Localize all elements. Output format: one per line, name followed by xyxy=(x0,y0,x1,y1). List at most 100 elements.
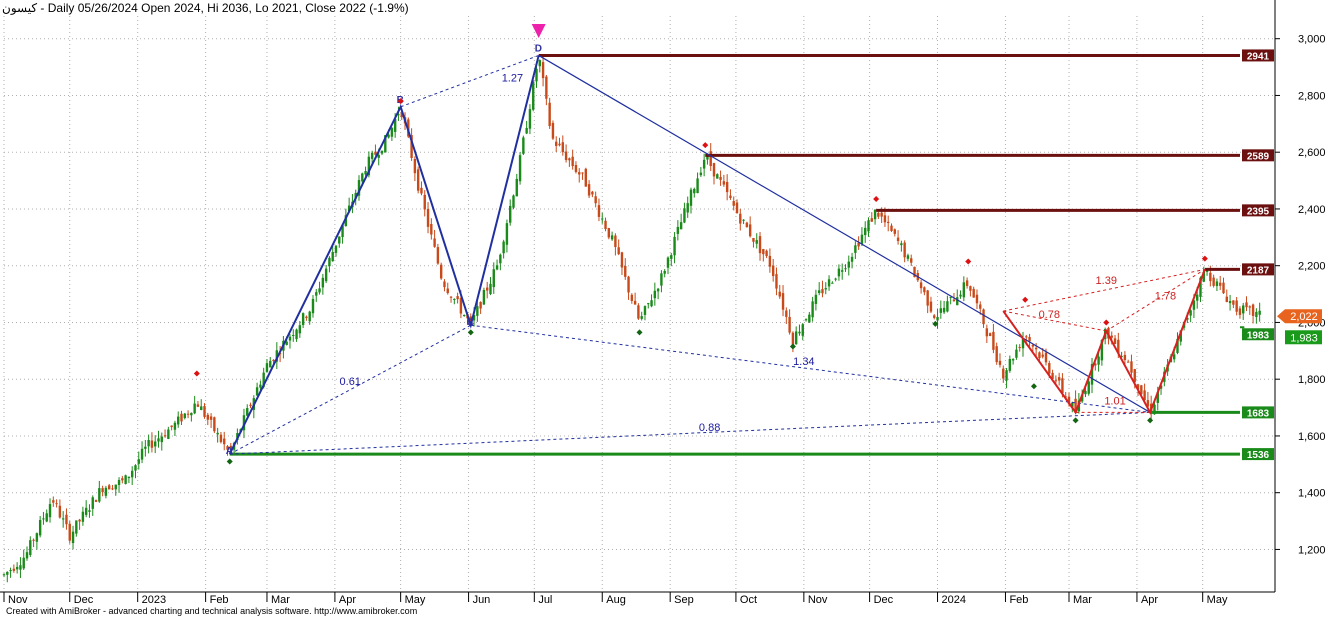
candle-body xyxy=(617,247,620,255)
level-tag-label: 2589 xyxy=(1247,151,1270,162)
candle-body xyxy=(597,205,601,217)
candle-body xyxy=(84,507,88,515)
x-tick-label: Oct xyxy=(740,594,757,606)
harmonic-point-label: C xyxy=(467,317,474,328)
candle-body xyxy=(78,519,81,522)
candle-body xyxy=(880,212,883,217)
candle-body xyxy=(446,288,449,294)
candle-body xyxy=(137,459,140,464)
candle-body xyxy=(860,234,864,244)
candle-body xyxy=(656,288,660,292)
candle-body xyxy=(160,436,163,443)
candle-body xyxy=(699,172,703,176)
candle-body xyxy=(173,422,177,430)
candle-body xyxy=(512,195,515,208)
candle-body xyxy=(528,109,532,129)
candle-body xyxy=(893,229,896,234)
candle-body xyxy=(814,294,818,304)
candle-body xyxy=(495,265,499,270)
candle-body xyxy=(180,413,183,422)
candle-body xyxy=(140,448,144,460)
candle-body xyxy=(798,331,801,334)
candle-body xyxy=(946,301,949,312)
candle-body xyxy=(154,441,157,447)
x-tick-label: Dec xyxy=(874,594,894,606)
candle-body xyxy=(12,568,16,571)
candle-body xyxy=(696,178,699,194)
candle-body xyxy=(456,296,459,300)
candle-body xyxy=(962,282,966,298)
candle-body xyxy=(693,188,696,194)
candle-body xyxy=(1222,282,1225,294)
candle-body xyxy=(505,223,509,245)
candle-body xyxy=(647,303,650,305)
candle-body xyxy=(91,497,94,509)
candle-body xyxy=(364,171,367,175)
candle-body xyxy=(742,219,745,221)
candle-body xyxy=(640,316,643,319)
candle-body xyxy=(670,255,673,259)
candle-body xyxy=(52,500,55,503)
candle-body xyxy=(15,566,19,570)
x-tick-label: Feb xyxy=(210,594,229,606)
candle-body xyxy=(114,484,117,490)
level-tag-label: 1536 xyxy=(1247,450,1270,461)
price-chart[interactable]: 1,2001,4001,6001,8002,0002,2002,4002,600… xyxy=(0,0,1336,619)
candle-body xyxy=(75,520,78,534)
candle-body xyxy=(545,76,548,99)
candle-body xyxy=(196,404,200,407)
candle-body xyxy=(423,194,426,210)
candle-body xyxy=(216,432,219,435)
candle-body xyxy=(890,225,893,232)
candle-body xyxy=(689,189,693,206)
candle-body xyxy=(1113,338,1117,344)
candle xyxy=(213,416,216,434)
candle-body xyxy=(959,294,962,297)
candle-body xyxy=(1209,272,1212,282)
candle-body xyxy=(255,387,259,396)
candle-body xyxy=(1126,361,1130,363)
candle-body xyxy=(107,485,111,490)
level-tag-label: 2941 xyxy=(1247,51,1270,62)
y-tick-label: 2,400 xyxy=(1298,204,1326,216)
candle-body xyxy=(785,310,788,317)
candle-body xyxy=(219,434,223,443)
candle-body xyxy=(127,476,131,478)
candle-body xyxy=(768,255,772,267)
candle-body xyxy=(489,283,492,294)
candle-body xyxy=(130,470,134,478)
candle-body xyxy=(81,511,85,522)
candle xyxy=(584,167,588,187)
candle-body xyxy=(45,513,48,522)
candle-body xyxy=(561,142,565,153)
candle-body xyxy=(311,298,315,314)
candle-body xyxy=(765,250,768,257)
candle-body xyxy=(29,540,32,555)
candle-body xyxy=(249,404,252,407)
ratio-label: 1.34 xyxy=(793,356,814,368)
candle-body xyxy=(633,300,637,305)
candle-body xyxy=(55,503,58,505)
candle-body xyxy=(479,302,482,309)
ratio-label: 0.78 xyxy=(1039,309,1060,321)
candle-body xyxy=(157,438,160,442)
harmonic-point-label: D xyxy=(535,43,542,54)
candle-body xyxy=(71,531,75,544)
candle-body xyxy=(568,158,571,161)
candle-body xyxy=(1034,347,1038,350)
candle-body xyxy=(929,301,933,312)
candle-body xyxy=(1228,301,1232,304)
candle xyxy=(416,166,420,194)
candle-body xyxy=(804,319,808,321)
last-price-label: 2,022 xyxy=(1290,311,1318,323)
candle-body xyxy=(499,254,502,264)
candle-body xyxy=(771,265,775,277)
candle-body xyxy=(610,235,614,240)
candle-body xyxy=(827,279,831,287)
candle-body xyxy=(482,289,486,305)
candle-body xyxy=(591,191,594,195)
candle-body xyxy=(19,565,22,570)
candle-body xyxy=(1110,335,1113,338)
candle-body xyxy=(660,273,663,286)
candle-body xyxy=(936,317,939,321)
